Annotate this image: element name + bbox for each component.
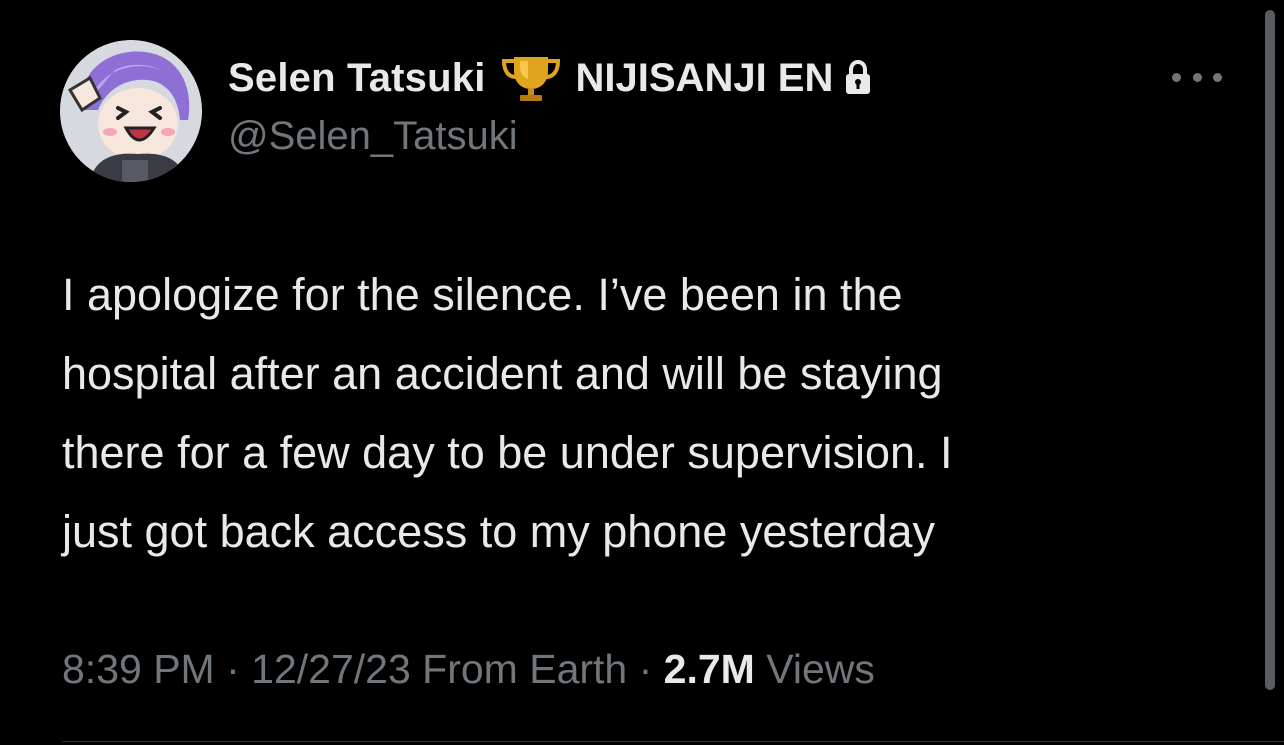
separator-dot: · bbox=[638, 646, 664, 692]
separator-dot: · bbox=[226, 646, 252, 692]
more-dot-icon bbox=[1213, 72, 1222, 82]
affiliation-label[interactable]: NIJISANJI EN bbox=[576, 56, 834, 101]
tweet-source: From Earth bbox=[422, 646, 628, 692]
lock-icon bbox=[843, 59, 873, 96]
tweet-text-line: I apologize for the silence. I’ve been i… bbox=[62, 269, 903, 320]
tweet-time[interactable]: 8:39 PM bbox=[62, 646, 215, 692]
more-options-button[interactable] bbox=[1172, 62, 1222, 92]
more-dot-icon bbox=[1172, 72, 1181, 82]
tweet-metadata: 8:39 PM · 12/27/23 From Earth · 2.7M Vie… bbox=[62, 646, 875, 693]
more-dot-icon bbox=[1192, 72, 1202, 82]
views-label: Views bbox=[766, 646, 875, 692]
author-handle[interactable]: @Selen_Tatsuki bbox=[228, 114, 518, 159]
tweet-text-line: just got back access to my phone yesterd… bbox=[62, 506, 935, 557]
tweet-detail: Selen Tatsuki NIJISANJI EN @Selen_Tatsuk… bbox=[0, 0, 1284, 745]
scrollbar[interactable] bbox=[1265, 10, 1275, 690]
trophy-icon bbox=[500, 53, 562, 103]
views-count[interactable]: 2.7M bbox=[664, 646, 755, 692]
display-name[interactable]: Selen Tatsuki bbox=[228, 56, 486, 101]
author-name-row: Selen Tatsuki NIJISANJI EN bbox=[228, 52, 873, 104]
tweet-date[interactable]: 12/27/23 bbox=[251, 646, 411, 692]
tweet-text-line: hospital after an accident and will be s… bbox=[62, 348, 943, 399]
avatar[interactable] bbox=[60, 40, 202, 182]
tweet-text: I apologize for the silence. I’ve been i… bbox=[62, 255, 1182, 571]
divider bbox=[62, 741, 1284, 742]
tweet-text-line: there for a few day to be under supervis… bbox=[62, 427, 953, 478]
